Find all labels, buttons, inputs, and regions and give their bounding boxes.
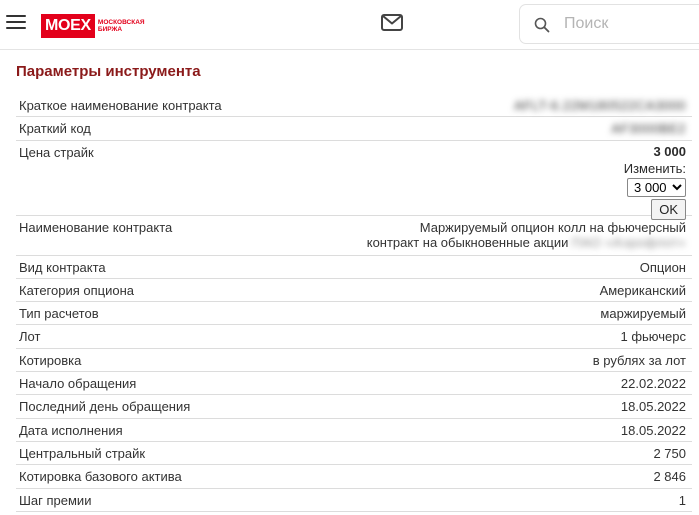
hamburger-menu-icon[interactable] bbox=[6, 14, 26, 30]
row-value: Маржируемый опцион колл на фьючерсный ко… bbox=[366, 219, 686, 250]
search-box[interactable] bbox=[519, 4, 699, 44]
row-short-name: Краткое наименование контракта AFLT-6.22… bbox=[16, 94, 692, 118]
row-value: AF3000BE2 bbox=[611, 121, 686, 137]
row-label: Котировка bbox=[19, 352, 82, 368]
row-value: 1 фьючерс bbox=[620, 329, 686, 345]
row-option-category: Категория опциона Американский bbox=[16, 279, 692, 303]
row-label: Тип расчетов bbox=[19, 306, 99, 322]
top-header: MOEX МОСКОВСКАЯ БИРЖА bbox=[0, 0, 699, 50]
row-value: 18.05.2022 bbox=[620, 399, 686, 415]
row-short-code: Краткий код AF3000BE2 bbox=[16, 117, 692, 141]
moex-logo[interactable]: MOEX МОСКОВСКАЯ БИРЖА bbox=[41, 14, 145, 38]
row-trading-start: Начало обращения 22.02.2022 bbox=[16, 372, 692, 396]
row-strike: Цена страйк 3 000 Изменить: 3 000 OK bbox=[16, 141, 692, 220]
row-label: Краткое наименование контракта bbox=[19, 98, 222, 113]
row-value: маржируемый bbox=[600, 306, 686, 322]
row-value: Опцион bbox=[639, 259, 686, 275]
row-value: 2 750 bbox=[653, 445, 686, 461]
row-contract-type: Вид контракта Опцион bbox=[16, 256, 692, 279]
change-label: Изменить: bbox=[623, 160, 686, 176]
row-label: Дата исполнения bbox=[19, 422, 123, 438]
row-execution-date: Дата исполнения 18.05.2022 bbox=[16, 419, 692, 442]
row-label: Котировка базового актива bbox=[19, 469, 182, 485]
row-label: Вид контракта bbox=[19, 259, 106, 275]
row-lot: Лот 1 фьючерс bbox=[16, 325, 692, 349]
row-label: Категория опциона bbox=[19, 282, 135, 298]
strike-select[interactable]: 3 000 bbox=[627, 177, 686, 197]
row-label: Центральный страйк bbox=[19, 445, 146, 461]
row-quotation: Котировка в рублях за лот bbox=[16, 349, 692, 373]
row-label: Последний день обращения bbox=[19, 399, 191, 415]
row-value: 18.05.2022 bbox=[620, 422, 686, 438]
strike-value: 3 000 bbox=[653, 143, 686, 159]
row-value: 2 846 bbox=[653, 469, 686, 485]
row-label: Краткий код bbox=[19, 121, 91, 137]
instrument-params-table: Краткое наименование контракта AFLT-6.22… bbox=[16, 94, 692, 512]
row-premium-step: Шаг премии 1 bbox=[16, 489, 692, 512]
row-central-strike: Центральный страйк 2 750 bbox=[16, 442, 692, 466]
logo-mark: MOEX bbox=[41, 14, 95, 38]
row-label: Шаг премии bbox=[19, 492, 92, 508]
page-title: Параметры инструмента bbox=[16, 63, 201, 80]
row-settlement-type: Тип расчетов маржируемый bbox=[16, 302, 692, 326]
row-last-trading-day: Последний день обращения 18.05.2022 bbox=[16, 395, 692, 419]
row-value: Американский bbox=[599, 282, 686, 298]
row-label: Наименование контракта bbox=[19, 219, 173, 235]
logo-subtitle: МОСКОВСКАЯ БИРЖА bbox=[97, 18, 145, 34]
row-label: Начало обращения bbox=[19, 376, 137, 392]
search-icon bbox=[534, 17, 550, 33]
row-value: в рублях за лот bbox=[592, 352, 686, 368]
row-underlying-quote: Котировка базового актива 2 846 bbox=[16, 465, 692, 489]
mail-icon[interactable] bbox=[381, 14, 403, 31]
row-value: 22.02.2022 bbox=[620, 376, 686, 392]
hidden-issuer: ПАО «Аэрофлот» bbox=[571, 234, 686, 250]
row-label: Цена страйк bbox=[19, 144, 94, 160]
search-input[interactable] bbox=[564, 11, 694, 37]
row-value: 1 bbox=[678, 492, 686, 508]
row-value: AFLT-6.22M180522CA3000 bbox=[514, 98, 686, 113]
strike-controls: 3 000 Изменить: 3 000 OK bbox=[624, 144, 686, 220]
row-label: Лот bbox=[19, 329, 41, 345]
row-contract-name: Наименование контракта Маржируемый опцио… bbox=[16, 216, 692, 256]
